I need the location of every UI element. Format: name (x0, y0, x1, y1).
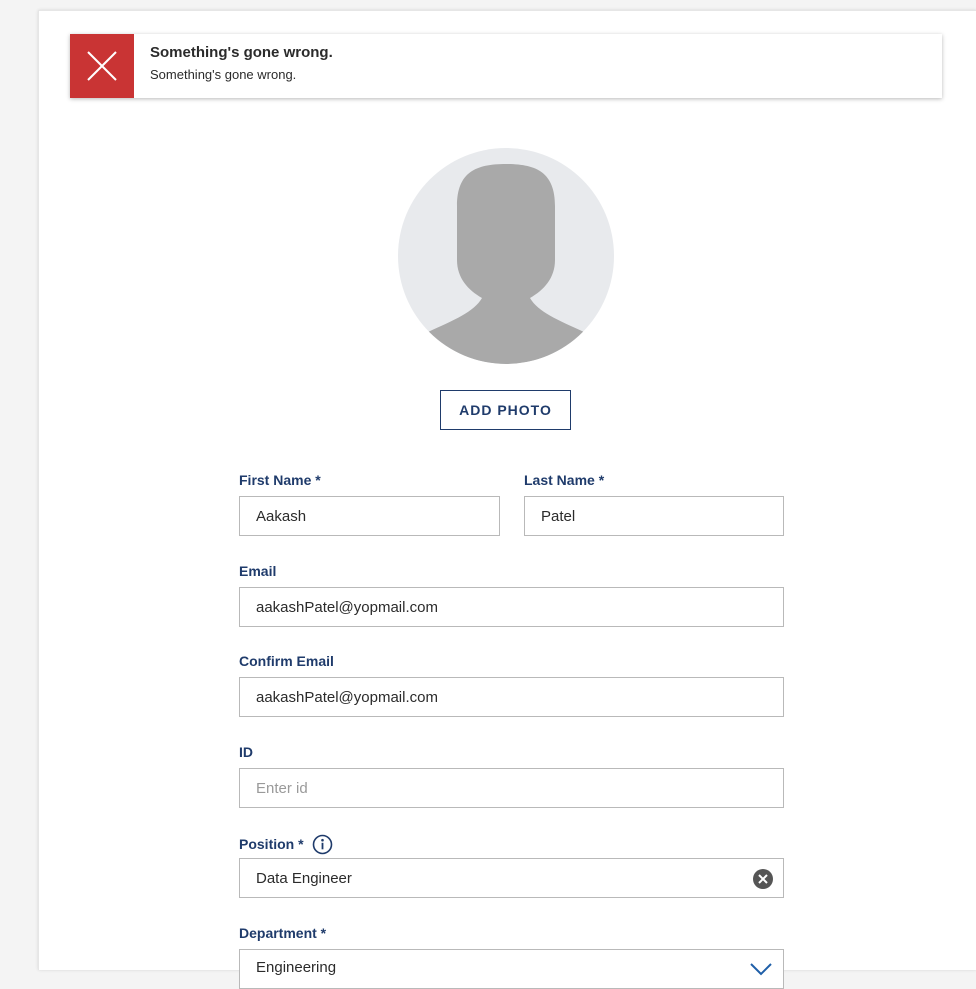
last-name-input[interactable] (524, 496, 784, 536)
confirm-email-input[interactable] (239, 677, 784, 717)
last-name-label: Last Name * (524, 472, 605, 488)
position-label-row: Position * (239, 833, 333, 855)
confirm-email-label: Confirm Email (239, 653, 334, 669)
error-toast: Something's gone wrong. Something's gone… (70, 34, 942, 98)
toast-title: Something's gone wrong. (150, 44, 333, 61)
position-label: Position * (239, 836, 304, 852)
id-input[interactable] (239, 768, 784, 808)
chevron-down-icon[interactable] (749, 962, 773, 976)
email-input[interactable] (239, 587, 784, 627)
toast-icon-box (70, 34, 134, 98)
email-label: Email (239, 563, 277, 579)
person-silhouette-icon (428, 164, 584, 364)
first-name-input[interactable] (239, 496, 500, 536)
id-label: ID (239, 744, 253, 760)
department-label: Department * (239, 925, 327, 941)
first-name-label: First Name * (239, 472, 321, 488)
position-select[interactable]: Data Engineer (239, 858, 784, 898)
department-value: Engineering (256, 959, 337, 976)
close-icon[interactable] (85, 49, 119, 83)
clear-icon[interactable] (753, 869, 773, 889)
add-photo-button[interactable]: ADD PHOTO (440, 390, 571, 430)
avatar (398, 148, 614, 364)
info-icon[interactable] (312, 834, 333, 855)
toast-message: Something's gone wrong. (150, 67, 297, 82)
position-value: Data Engineer (256, 869, 352, 887)
department-select[interactable]: Engineering (239, 949, 784, 989)
toast-text: Something's gone wrong. Something's gone… (134, 34, 333, 98)
